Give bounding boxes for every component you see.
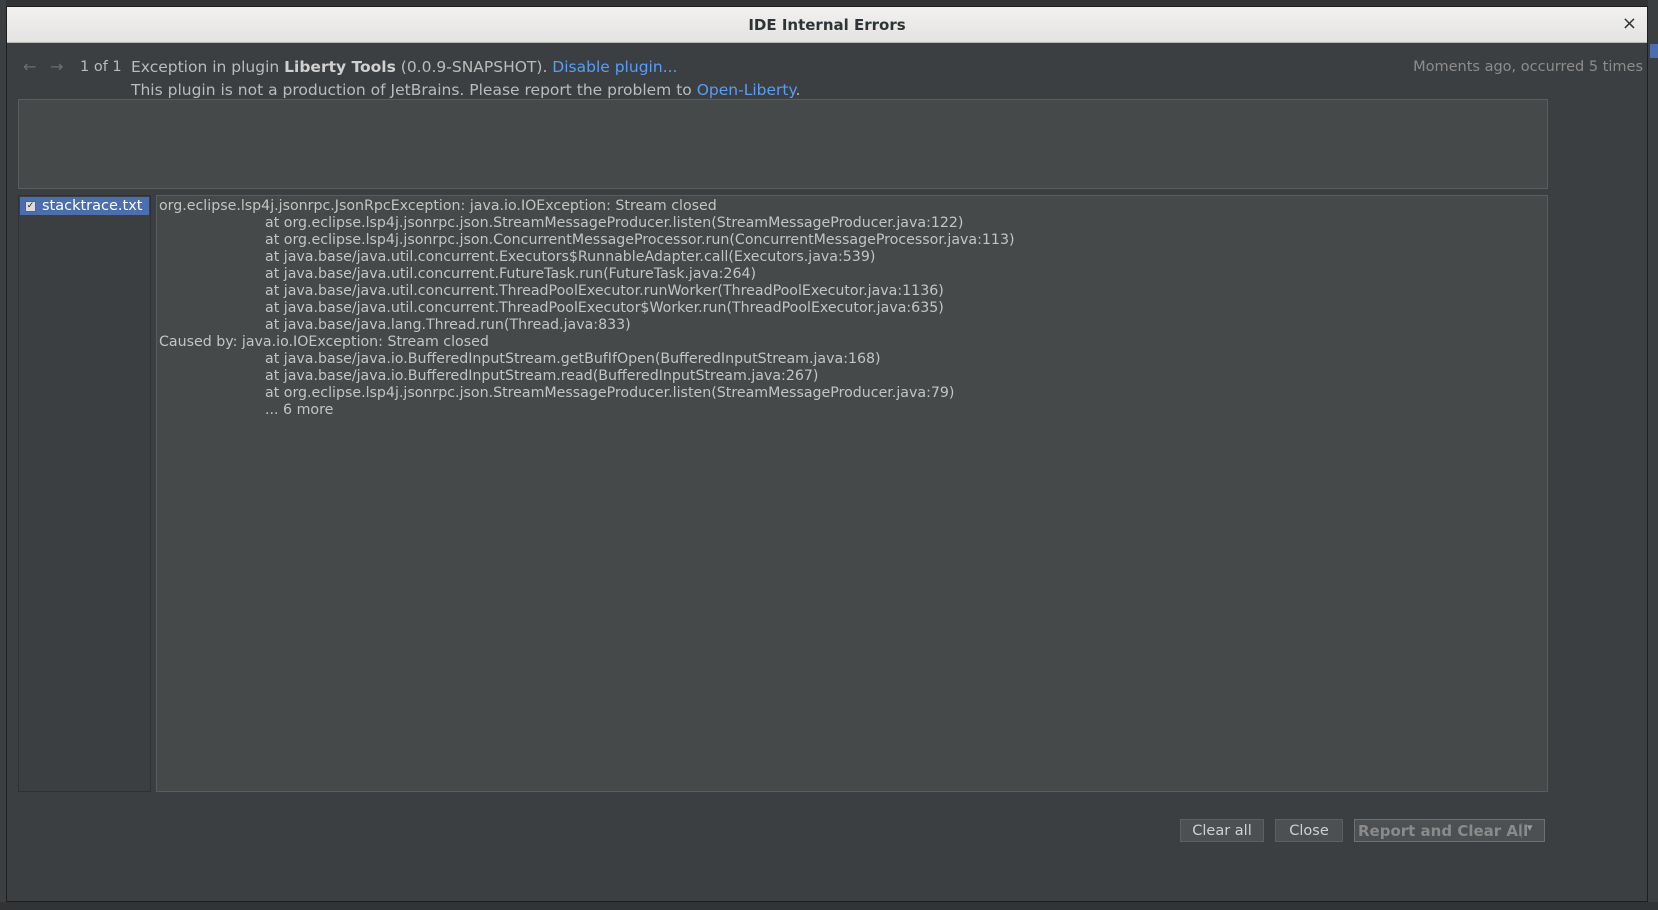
attachment-checkbox[interactable]: ✓ xyxy=(25,200,36,212)
stacktrace-line: at java.base/java.util.concurrent.Thread… xyxy=(265,283,944,299)
previous-arrow-icon[interactable]: ← xyxy=(23,57,36,76)
exception-prefix: Exception in plugin xyxy=(131,58,285,76)
plugin-name: Liberty Tools xyxy=(284,58,396,76)
attachment-label: stacktrace.txt xyxy=(42,198,143,214)
next-arrow-icon[interactable]: → xyxy=(50,57,63,76)
comment-textarea[interactable] xyxy=(18,99,1548,189)
close-button[interactable]: Close xyxy=(1275,819,1343,842)
occurrence-info: Moments ago, occurred 5 times xyxy=(1413,59,1643,75)
close-icon[interactable]: × xyxy=(1622,13,1637,35)
stacktrace-viewer[interactable]: org.eclipse.lsp4j.jsonrpc.JsonRpcExcepti… xyxy=(156,195,1548,792)
ide-background-right xyxy=(1648,0,1658,910)
stacktrace-line: at org.eclipse.lsp4j.jsonrpc.json.Stream… xyxy=(265,385,955,401)
stacktrace-line: at java.base/java.util.concurrent.Future… xyxy=(265,266,757,282)
exception-message: Exception in plugin Liberty Tools (0.0.9… xyxy=(131,58,677,76)
button-separator xyxy=(1521,823,1522,838)
ide-internal-errors-dialog: IDE Internal Errors × ← → 1 of 1 Excepti… xyxy=(6,6,1648,902)
dialog-title: IDE Internal Errors xyxy=(748,16,906,34)
stacktrace-line: at java.base/java.io.BufferedInputStream… xyxy=(265,351,881,367)
ide-background-accent xyxy=(1650,44,1658,58)
stacktrace-line: ... 6 more xyxy=(265,402,334,418)
report-and-clear-all-label: Report and Clear All xyxy=(1358,821,1529,840)
stacktrace-line: at org.eclipse.lsp4j.jsonrpc.json.Stream… xyxy=(265,215,964,231)
dialog-footer: Clear all Close Report and Clear All ▾ xyxy=(7,817,1647,857)
ide-background-bottom xyxy=(0,902,1658,910)
disable-plugin-link[interactable]: Disable plugin... xyxy=(552,58,677,76)
report-note: This plugin is not a production of JetBr… xyxy=(131,81,800,99)
clear-all-button[interactable]: Clear all xyxy=(1180,819,1264,842)
stacktrace-line: at org.eclipse.lsp4j.jsonrpc.json.Concur… xyxy=(265,232,1015,248)
error-header: ← → 1 of 1 Exception in plugin Liberty T… xyxy=(7,43,1647,105)
attachment-item-stacktrace[interactable]: ✓ stacktrace.txt xyxy=(20,197,149,215)
stacktrace-line: org.eclipse.lsp4j.jsonrpc.JsonRpcExcepti… xyxy=(159,198,717,214)
report-note-text: This plugin is not a production of JetBr… xyxy=(131,81,697,99)
vendor-link[interactable]: Open-Liberty xyxy=(697,81,796,99)
report-note-end: . xyxy=(795,81,801,99)
dropdown-arrow-icon[interactable]: ▾ xyxy=(1527,821,1533,834)
plugin-version: (0.0.9-SNAPSHOT). xyxy=(395,58,553,76)
dialog-titlebar: IDE Internal Errors × xyxy=(7,7,1647,43)
stacktrace-line: at java.base/java.lang.Thread.run(Thread… xyxy=(265,317,631,333)
stacktrace-line: Caused by: java.io.IOException: Stream c… xyxy=(159,334,489,350)
stacktrace-line: at java.base/java.util.concurrent.Execut… xyxy=(265,249,876,265)
stacktrace-line: at java.base/java.util.concurrent.Thread… xyxy=(265,300,944,316)
report-and-clear-all-button[interactable]: Report and Clear All ▾ xyxy=(1354,819,1545,842)
attachments-list: ✓ stacktrace.txt xyxy=(18,195,151,792)
stacktrace-line: at java.base/java.io.BufferedInputStream… xyxy=(265,368,819,384)
error-counter: 1 of 1 xyxy=(80,59,122,75)
